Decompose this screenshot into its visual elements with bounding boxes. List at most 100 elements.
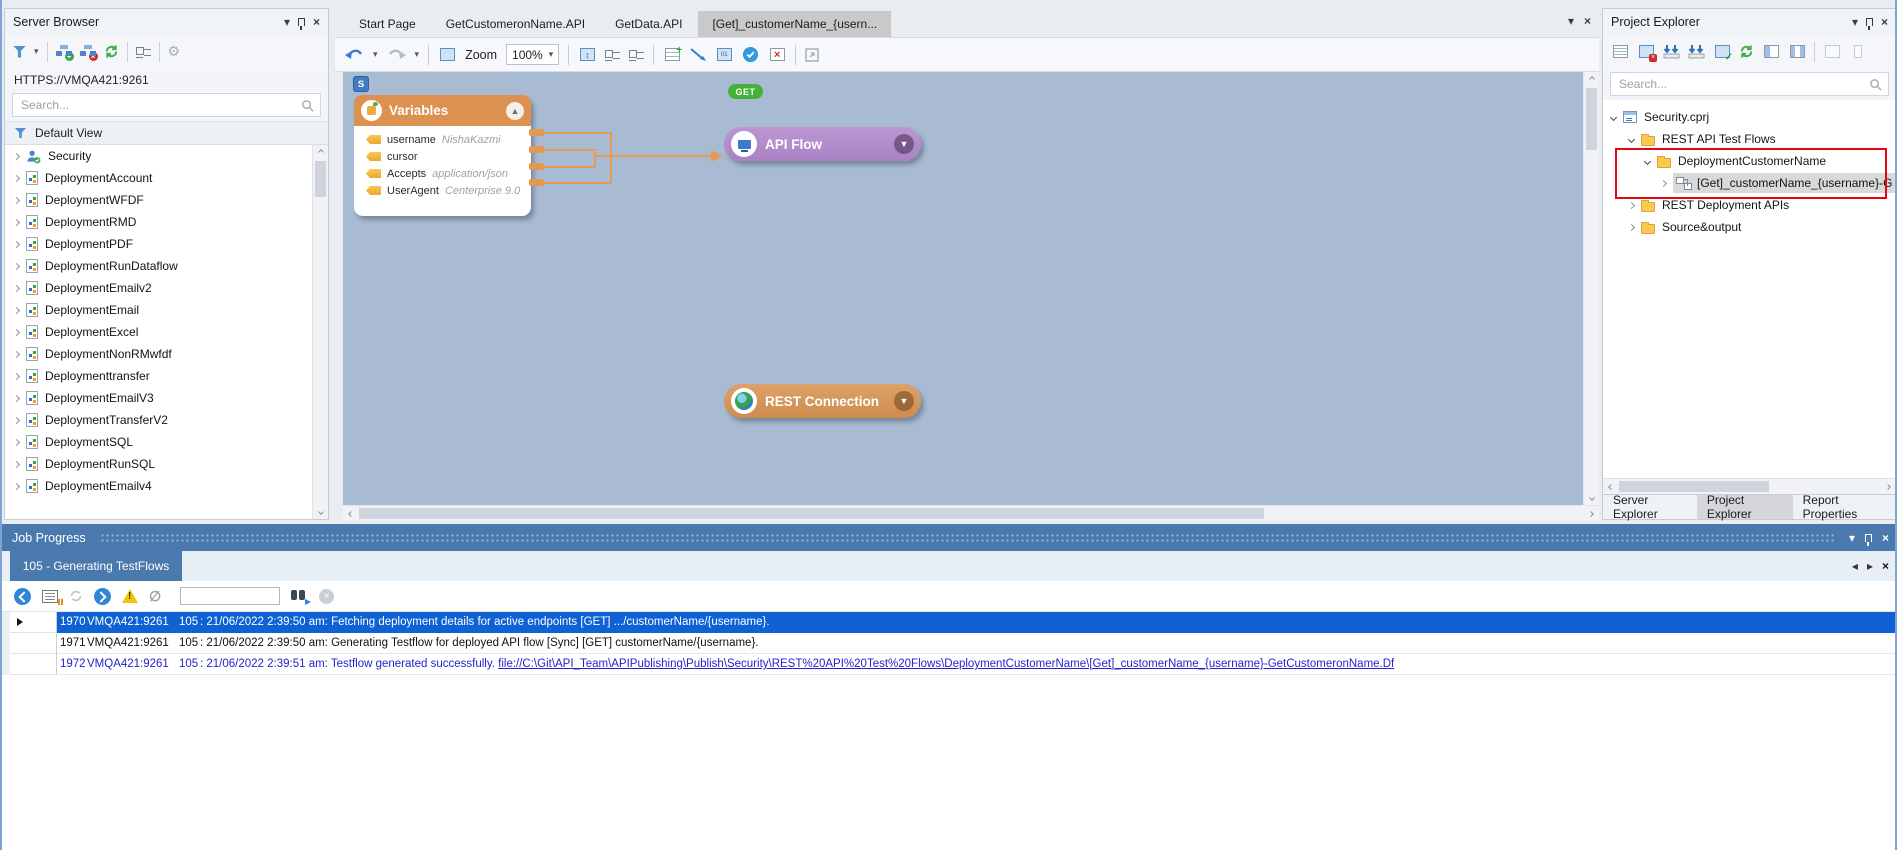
layout-panel-icon[interactable]	[438, 47, 456, 63]
chevron-right-icon[interactable]	[1628, 201, 1635, 208]
cancel-search-icon[interactable]: ×	[319, 589, 334, 604]
refresh-icon[interactable]	[104, 44, 119, 59]
tree-item-deploymentcustomername[interactable]: DeploymentCustomerName	[1603, 150, 1896, 172]
rest-connection-node[interactable]: REST Connection ▼	[724, 384, 921, 418]
fit-height-icon[interactable]: ↕	[578, 47, 596, 63]
chevron-right-icon[interactable]	[13, 284, 20, 291]
chevron-right-icon[interactable]	[13, 218, 20, 225]
remove-server-icon[interactable]: ×	[80, 45, 96, 58]
server-item[interactable]: DeploymentNonRMwfdf	[5, 343, 328, 365]
zoom-select[interactable]: 100% ▾	[506, 44, 559, 65]
chevron-right-icon[interactable]	[13, 394, 20, 401]
output-port[interactable]	[529, 146, 544, 153]
scroll-down-icon[interactable]	[313, 505, 328, 519]
chevron-right-icon[interactable]	[13, 460, 20, 467]
warning-icon[interactable]	[122, 589, 138, 603]
server-item[interactable]: Deploymenttransfer	[5, 365, 328, 387]
scrollbar-thumb[interactable]	[1619, 481, 1769, 492]
server-item[interactable]: DeploymentEmailv4	[5, 475, 328, 497]
chevron-right-icon[interactable]	[1660, 179, 1667, 186]
add-server-icon[interactable]: +	[56, 45, 72, 58]
search-icon[interactable]	[301, 99, 314, 112]
close-document-icon[interactable]: ×	[1584, 15, 1591, 27]
server-item[interactable]: DeploymentRMD	[5, 211, 328, 233]
variables-node[interactable]: Variables ▲ usernameNishaKazmi cursor Ac…	[354, 95, 531, 216]
chevron-right-icon[interactable]	[13, 152, 20, 159]
tree-item-source-output[interactable]: Source&output	[1603, 216, 1896, 238]
flow-canvas[interactable]: S Variables ▲ usernameNishaKazmi cursor …	[343, 72, 1583, 505]
scrollbar-thumb[interactable]	[315, 161, 326, 197]
row-marker-cell[interactable]	[10, 612, 57, 633]
tab-get-customername-active[interactable]: [Get]_customerName_{usern...	[698, 11, 891, 37]
nav-back-icon[interactable]	[14, 588, 31, 605]
refresh-project-icon[interactable]	[1739, 44, 1754, 59]
server-search-box[interactable]	[12, 93, 321, 117]
pin-icon[interactable]	[296, 18, 307, 26]
server-item-security[interactable]: Security	[5, 145, 328, 167]
gear-icon[interactable]: ⚙	[168, 43, 181, 60]
variable-row[interactable]: cursor	[354, 148, 531, 165]
chevron-down-icon[interactable]	[1644, 157, 1651, 164]
server-item[interactable]: DeploymentExcel	[5, 321, 328, 343]
server-item[interactable]: DeploymentEmail	[5, 299, 328, 321]
undo-dropdown-icon[interactable]: ▾	[373, 49, 378, 60]
tab-report-properties[interactable]: Report Properties	[1793, 495, 1896, 519]
next-tab-icon[interactable]: ▸	[1867, 559, 1873, 573]
row-marker-cell[interactable]	[10, 633, 57, 654]
tree-view-icon[interactable]	[136, 46, 151, 58]
undo-icon[interactable]	[345, 48, 364, 61]
close-project-icon[interactable]: ×	[1637, 44, 1655, 60]
scroll-down-icon[interactable]	[1584, 491, 1600, 505]
log-row[interactable]: 1970 VMQA421:9261 105 : 21/06/2022 2:39:…	[2, 612, 1897, 633]
connector-line-icon[interactable]	[690, 48, 706, 62]
binary-grid-icon[interactable]: 01	[715, 47, 733, 63]
verify-project-icon[interactable]: ✓	[1713, 44, 1731, 60]
close-icon[interactable]: ×	[1882, 532, 1889, 544]
panel-menu-dropdown-icon[interactable]: ▾	[284, 16, 290, 28]
server-item[interactable]: DeploymentTransferV2	[5, 409, 328, 431]
chevron-right-icon[interactable]	[13, 328, 20, 335]
chevron-right-icon[interactable]	[1628, 223, 1635, 230]
project-search-box[interactable]	[1610, 72, 1889, 96]
canvas-vertical-scrollbar[interactable]	[1583, 72, 1599, 505]
search-icon[interactable]	[1869, 78, 1882, 91]
close-icon[interactable]: ×	[1881, 16, 1888, 28]
node-dropdown-icon[interactable]: ▼	[894, 134, 914, 154]
chevron-right-icon[interactable]	[13, 438, 20, 445]
tab-start-page[interactable]: Start Page	[345, 11, 430, 37]
find-input[interactable]	[180, 587, 280, 605]
project-search-input[interactable]	[1617, 76, 1869, 92]
scroll-left-icon[interactable]	[1603, 480, 1619, 494]
chevron-right-icon[interactable]	[13, 174, 20, 181]
properties-list-icon[interactable]	[1611, 44, 1629, 60]
chevron-right-icon[interactable]	[13, 262, 20, 269]
nav-forward-icon[interactable]	[94, 588, 111, 605]
find-next-icon[interactable]	[291, 590, 308, 603]
api-flow-node[interactable]: API Flow ▼	[724, 127, 921, 161]
tab-job-105[interactable]: 105 - Generating TestFlows	[10, 551, 182, 581]
server-item[interactable]: DeploymentEmailv2	[5, 277, 328, 299]
output-port[interactable]	[529, 129, 544, 136]
variables-header[interactable]: Variables ▲	[354, 95, 531, 126]
tree-item-rest-api-test-flows[interactable]: REST API Test Flows	[1603, 128, 1896, 150]
chevron-right-icon[interactable]	[13, 350, 20, 357]
import-flows-icon[interactable]	[1663, 44, 1680, 59]
pin-icon[interactable]	[1863, 534, 1874, 542]
delete-icon[interactable]: ×	[768, 47, 786, 63]
variable-row[interactable]: usernameNishaKazmi	[354, 131, 531, 148]
chevron-down-icon[interactable]	[1610, 113, 1617, 120]
prev-tab-icon[interactable]: ◂	[1852, 559, 1858, 573]
server-item[interactable]: DeploymentAccount	[5, 167, 328, 189]
log-pause-icon[interactable]	[42, 590, 58, 603]
redo-icon[interactable]	[387, 48, 406, 61]
testflow-file-link[interactable]: file://C:\Git\API_Team\APIPublishing\Pub…	[498, 658, 1394, 670]
filter-dropdown-icon[interactable]: ▾	[34, 46, 39, 57]
scroll-left-icon[interactable]	[343, 507, 359, 521]
scroll-right-icon[interactable]	[1583, 507, 1599, 521]
redo-dropdown-icon[interactable]: ▾	[415, 49, 420, 60]
chevron-right-icon[interactable]	[13, 240, 20, 247]
filter-icon[interactable]	[13, 46, 26, 58]
server-item[interactable]: DeploymentRunDataflow	[5, 255, 328, 277]
server-item[interactable]: DeploymentWFDF	[5, 189, 328, 211]
server-item[interactable]: DeploymentPDF	[5, 233, 328, 255]
